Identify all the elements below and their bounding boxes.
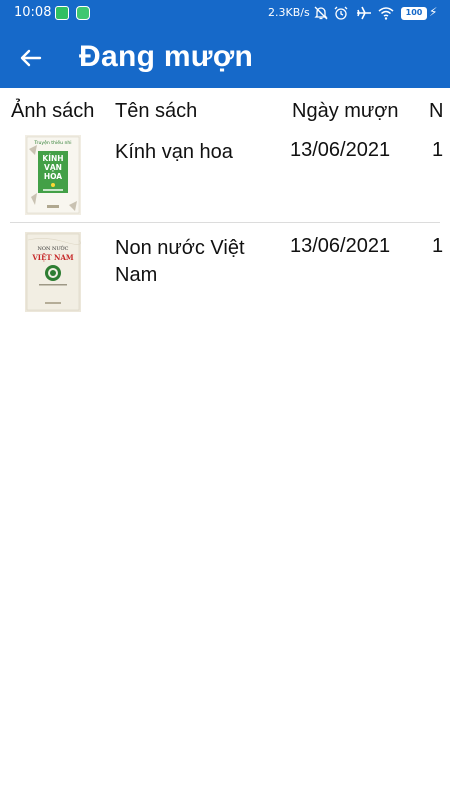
app-icon: [55, 6, 69, 20]
column-header-cover: Ảnh sách: [11, 100, 95, 122]
mute-bell-icon: [314, 6, 328, 20]
book-name: Kính vạn hoa: [115, 141, 233, 163]
page-title: Đang mượn: [79, 40, 254, 73]
arrow-left-icon[interactable]: [16, 43, 46, 73]
charging-icon: ⚡: [429, 5, 438, 19]
table-header: Ảnh sách Tên sách Ngày mượn N: [0, 100, 450, 130]
cover-title-1: NON NƯỚC: [38, 244, 69, 252]
wifi-icon: [378, 7, 394, 20]
cover-title-1: KÍNH: [42, 154, 63, 163]
column-header-name: Tên sách: [115, 100, 198, 122]
column-header-extra: N: [429, 100, 444, 122]
cover-title-3: HOA: [44, 172, 62, 181]
extra-cell: 1: [432, 139, 444, 161]
book-cover-image: NON NƯỚC VIỆT NAM: [25, 232, 81, 312]
column-header-date: Ngày mượn: [292, 100, 399, 122]
battery-icon: 100: [401, 7, 427, 20]
airplane-icon: [357, 6, 371, 20]
cover-title-2: VẠN: [44, 163, 62, 172]
cover-series: Truyện thiếu nhi: [33, 139, 71, 146]
alarm-icon: [334, 6, 348, 20]
borrow-date: 13/06/2021: [290, 235, 391, 257]
network-speed: 2.3KB/s: [268, 6, 310, 19]
app-bar: Đang mượn: [0, 28, 450, 88]
borrow-date: 13/06/2021: [290, 139, 391, 161]
book-cover-image: Truyện thiếu nhi KÍNH VẠN HOA: [25, 135, 81, 215]
status-bar: 10:08 2.3KB/s 100 ⚡: [0, 0, 450, 28]
status-time: 10:08: [14, 5, 52, 20]
book-name: Non nước Việt Nam: [115, 237, 245, 286]
app-icon: [76, 6, 90, 20]
row-divider: [10, 222, 440, 223]
cover-title-2: VIỆT NAM: [31, 253, 74, 262]
extra-cell: 1: [432, 235, 444, 257]
